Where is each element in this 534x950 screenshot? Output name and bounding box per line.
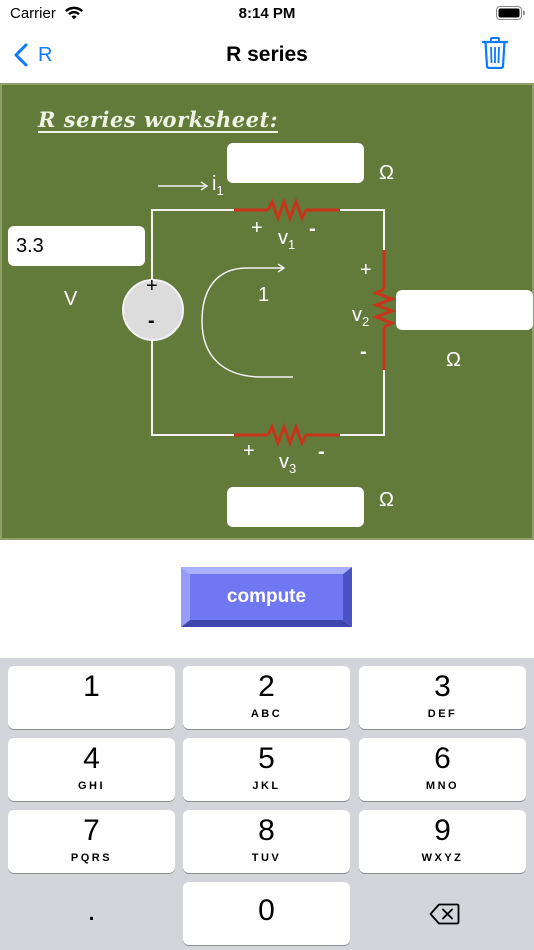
- key-digit: 1: [83, 670, 100, 703]
- key-letters: GHI: [77, 780, 106, 792]
- key-5[interactable]: 5 JKL: [183, 738, 350, 801]
- r2-unit-label: Ω: [446, 349, 461, 371]
- loop-arrow: [201, 263, 293, 378]
- key-2[interactable]: 2 ABC: [183, 666, 350, 729]
- key-letters: WXYZ: [421, 852, 464, 864]
- key-0[interactable]: 0: [183, 882, 350, 945]
- key-letters: MNO: [425, 780, 460, 792]
- key-delete[interactable]: [359, 882, 526, 945]
- navigation-bar: R R series: [0, 28, 534, 83]
- key-decimal[interactable]: .: [8, 882, 175, 945]
- key-letters: DEF: [427, 708, 458, 720]
- resistor-r2: [371, 250, 397, 370]
- key-3[interactable]: 3 DEF: [359, 666, 526, 729]
- circuit-wires: [151, 209, 385, 436]
- worksheet-board: R series worksheet: 3.3 Ω Ω Ω V i1 + - 1…: [0, 83, 534, 540]
- v2-plus-label: +: [360, 259, 372, 281]
- status-bar: Carrier 8:14 PM: [0, 0, 534, 28]
- battery-icon: [496, 6, 525, 20]
- v1-minus-label: -: [309, 218, 316, 240]
- key-letters: PQRS: [70, 852, 113, 864]
- compute-button[interactable]: compute: [181, 567, 352, 627]
- delete-button[interactable]: [481, 37, 509, 74]
- current-label: i1: [212, 173, 224, 198]
- r2-resistance-field[interactable]: [396, 290, 533, 330]
- v3-label: v3: [279, 451, 297, 476]
- current-arrow: [158, 181, 209, 191]
- key-7[interactable]: 7 PQRS: [8, 810, 175, 873]
- clock-label: 8:14 PM: [238, 5, 296, 22]
- key-8[interactable]: 8 TUV: [183, 810, 350, 873]
- r3-resistance-field[interactable]: [227, 487, 364, 527]
- v2-minus-label: -: [360, 341, 367, 363]
- page-title: R series: [226, 43, 308, 66]
- key-digit: 9: [434, 814, 451, 847]
- key-letters: ABC: [250, 708, 283, 720]
- voltage-unit-label: V: [64, 288, 78, 310]
- loop-number-label: 1: [258, 284, 270, 306]
- v2-label: v2: [352, 304, 370, 329]
- v1-label: v1: [278, 227, 296, 252]
- key-1[interactable]: 1: [8, 666, 175, 729]
- resistor-r1: [234, 197, 340, 223]
- key-9[interactable]: 9 WXYZ: [359, 810, 526, 873]
- key-digit: 4: [83, 742, 100, 775]
- source-plus-label: +: [146, 275, 158, 297]
- v3-plus-label: +: [243, 440, 255, 462]
- key-digit: 6: [434, 742, 451, 775]
- key-letters: TUV: [251, 852, 282, 864]
- key-digit: 2: [258, 670, 275, 703]
- delete-backspace-icon: [429, 903, 460, 925]
- v1-plus-label: +: [251, 217, 263, 239]
- key-digit: 5: [258, 742, 275, 775]
- key-digit: 3: [434, 670, 451, 703]
- key-digit: 8: [258, 814, 275, 847]
- numeric-keypad: 1 2 ABC 3 DEF 4 GHI 5 JKL 6 MNO 7 PQRS 8…: [0, 658, 534, 950]
- key-4[interactable]: 4 GHI: [8, 738, 175, 801]
- key-digit: 7: [83, 814, 100, 847]
- v3-minus-label: -: [318, 441, 325, 463]
- key-6[interactable]: 6 MNO: [359, 738, 526, 801]
- trash-icon: [481, 37, 509, 70]
- source-minus-label: -: [148, 310, 155, 332]
- key-digit: 0: [258, 894, 275, 927]
- voltage-field[interactable]: [8, 226, 145, 266]
- r1-resistance-field[interactable]: [227, 143, 364, 183]
- r3-unit-label: Ω: [379, 489, 394, 511]
- key-letters: JKL: [252, 780, 281, 792]
- compute-label: compute: [226, 586, 307, 607]
- key-decimal-label: .: [87, 894, 96, 927]
- r1-unit-label: Ω: [379, 162, 394, 184]
